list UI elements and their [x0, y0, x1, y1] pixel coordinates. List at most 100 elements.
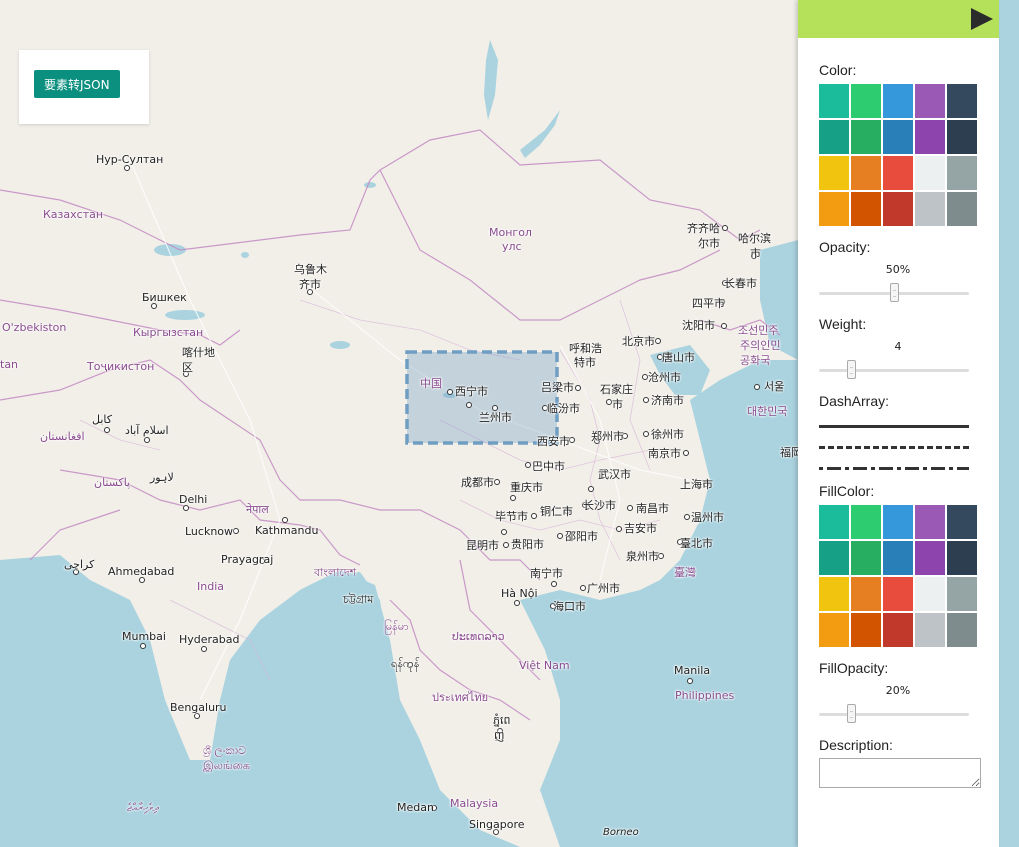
color-swatch[interactable]	[851, 156, 881, 190]
fillcolor-swatch[interactable]	[883, 541, 913, 575]
color-swatch[interactable]	[883, 192, 913, 226]
place-label: ދިވެހިރާއްޖެ	[127, 801, 159, 814]
weight-slider-handle[interactable]	[847, 360, 857, 379]
right-sea	[999, 0, 1019, 847]
color-swatch[interactable]	[947, 120, 977, 154]
place-label: Hyderabad	[179, 633, 240, 646]
place-label: 昆明市	[466, 539, 499, 552]
place-label: চট্টগ্রাম	[343, 593, 374, 606]
place-label: tan	[0, 358, 19, 371]
style-editor-panel: Color: Opacity: 50% Weight: 4 DashArray:…	[798, 0, 999, 847]
color-swatch[interactable]	[819, 192, 849, 226]
color-swatch[interactable]	[947, 84, 977, 118]
place-label: 南宁市	[530, 567, 563, 580]
color-swatch[interactable]	[947, 156, 977, 190]
opacity-label: Opacity:	[819, 239, 871, 255]
fillcolor-swatch[interactable]	[915, 577, 945, 611]
color-swatch[interactable]	[915, 84, 945, 118]
place-label: Singapore	[469, 818, 525, 831]
fillcolor-swatch[interactable]	[947, 541, 977, 575]
fillcolor-swatch[interactable]	[947, 613, 977, 647]
place-label: 西宁市	[455, 385, 488, 398]
fillcolor-swatch[interactable]	[819, 541, 849, 575]
place-label: ភ្នំពេ	[493, 714, 511, 727]
fillcolor-swatch[interactable]	[819, 613, 849, 647]
place-label: 吉安市	[624, 522, 657, 535]
fillcolor-swatch[interactable]	[915, 613, 945, 647]
place-label: 조선민주	[738, 324, 779, 337]
place-label: 南京市	[648, 447, 681, 460]
fillopacity-label: FillOpacity:	[819, 660, 889, 676]
color-swatch[interactable]	[883, 156, 913, 190]
fillcolor-swatch[interactable]	[915, 541, 945, 575]
color-swatch[interactable]	[915, 120, 945, 154]
place-label: کراچی	[64, 558, 95, 571]
color-swatch[interactable]	[851, 84, 881, 118]
fillcolor-swatch[interactable]	[851, 577, 881, 611]
fillcolor-swatch[interactable]	[947, 577, 977, 611]
place-label: 临汾市	[547, 402, 580, 415]
fillcolor-swatch[interactable]	[883, 577, 913, 611]
fillopacity-slider[interactable]	[819, 704, 969, 723]
color-swatch[interactable]	[819, 156, 849, 190]
place-label: улс	[502, 240, 522, 253]
place-label: Кыргызстан	[133, 326, 204, 339]
color-swatch[interactable]	[915, 156, 945, 190]
opacity-slider-handle[interactable]	[889, 283, 899, 302]
opacity-slider[interactable]	[819, 283, 969, 302]
fillcolor-swatch[interactable]	[915, 505, 945, 539]
place-label: 沧州市	[648, 371, 681, 384]
color-swatch[interactable]	[883, 120, 913, 154]
color-swatch[interactable]	[947, 192, 977, 226]
color-swatch[interactable]	[883, 84, 913, 118]
place-label: افغانستان	[40, 430, 85, 443]
place-label: မြန်မာ	[384, 620, 409, 633]
fillcolor-swatch[interactable]	[819, 577, 849, 611]
fillcolor-swatch[interactable]	[947, 505, 977, 539]
place-label: Delhi	[179, 493, 208, 506]
color-swatch[interactable]	[851, 192, 881, 226]
feature-to-json-button[interactable]: 要素转JSON	[34, 70, 120, 98]
place-label: 长沙市	[583, 499, 616, 512]
color-swatch[interactable]	[851, 120, 881, 154]
fillcolor-swatch[interactable]	[819, 505, 849, 539]
place-label: O'zbekiston	[2, 321, 67, 334]
place-label: اسلام آباد	[125, 424, 169, 437]
place-label: 臺北市	[680, 537, 713, 550]
place-label: 沈阳市	[682, 319, 715, 332]
place-label: 长春市	[724, 277, 757, 290]
json-control-box: 要素转JSON	[19, 50, 149, 124]
place-label: Medan	[397, 801, 434, 814]
place-label: Казахстан	[43, 208, 104, 221]
play-arrow-icon[interactable]	[971, 8, 993, 30]
place-label: 齐市	[299, 278, 321, 291]
fillcolor-swatch[interactable]	[851, 541, 881, 575]
dash-option-dashdot[interactable]	[819, 467, 969, 470]
weight-slider[interactable]	[819, 360, 969, 379]
place-label: Монгол	[489, 226, 532, 239]
fillcolor-swatch[interactable]	[883, 505, 913, 539]
dash-option-solid[interactable]	[819, 425, 969, 428]
fillopacity-value: 20%	[885, 684, 911, 697]
fillopacity-slider-handle[interactable]	[847, 704, 857, 723]
place-label: 重庆市	[510, 481, 543, 494]
place-label: 서울	[764, 380, 785, 393]
place-label: Kathmandu	[255, 524, 319, 537]
place-label: Бишкек	[142, 291, 187, 304]
fillcolor-swatch[interactable]	[851, 613, 881, 647]
fillcolor-swatch[interactable]	[883, 613, 913, 647]
place-label: 哈尔滨	[738, 232, 771, 245]
fillcolor-swatch[interactable]	[851, 505, 881, 539]
description-label: Description:	[819, 737, 893, 753]
place-label: 特市	[574, 356, 596, 369]
place-label: 邵阳市	[565, 530, 598, 543]
color-swatch[interactable]	[915, 192, 945, 226]
place-label: 海口市	[553, 600, 586, 613]
color-swatch[interactable]	[819, 84, 849, 118]
dash-option-dashed[interactable]	[819, 446, 969, 449]
description-input[interactable]	[819, 758, 981, 788]
place-label: 泉州市	[626, 550, 659, 563]
panel-header	[798, 0, 999, 38]
place-label: 贵阳市	[511, 538, 544, 551]
color-swatch[interactable]	[819, 120, 849, 154]
